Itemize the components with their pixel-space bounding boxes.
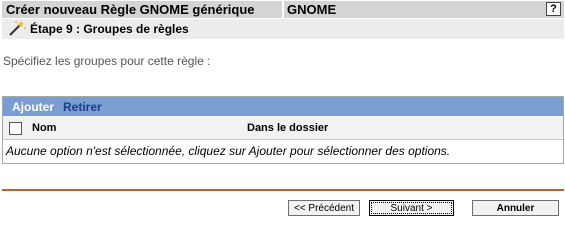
previous-button[interactable]: << Précédent — [288, 200, 360, 216]
next-button[interactable]: Suivant > — [369, 200, 454, 216]
table-header: Nom Dans le dossier — [3, 116, 563, 140]
remove-button[interactable]: Retirer — [63, 100, 102, 114]
help-button[interactable]: ? — [546, 2, 561, 16]
select-all-checkbox[interactable] — [9, 122, 22, 135]
empty-table-message: Aucune option n'est sélectionnée, clique… — [6, 144, 451, 158]
page-title: Créer nouveau Règle GNOME générique — [2, 1, 282, 18]
column-header-folder[interactable]: Dans le dossier — [247, 122, 328, 134]
footer-divider — [2, 189, 564, 191]
context-label-container: GNOME ? — [284, 1, 564, 18]
wand-icon — [6, 20, 28, 38]
groups-prompt: Spécifiez les groupes pour cette règle : — [3, 54, 211, 68]
table-toolbar: Ajouter Retirer — [3, 97, 563, 116]
context-label: GNOME — [287, 2, 337, 17]
cancel-button[interactable]: Annuler — [472, 200, 559, 216]
title-bar: Créer nouveau Règle GNOME générique GNOM… — [2, 1, 564, 18]
column-header-name[interactable]: Nom — [32, 122, 56, 134]
step-title: Étape 9 : Groupes de règles — [30, 22, 189, 36]
step-bar: Étape 9 : Groupes de règles — [2, 19, 564, 39]
groups-table: Ajouter Retirer Nom Dans le dossier Aucu… — [2, 96, 564, 164]
add-button[interactable]: Ajouter — [12, 100, 54, 114]
